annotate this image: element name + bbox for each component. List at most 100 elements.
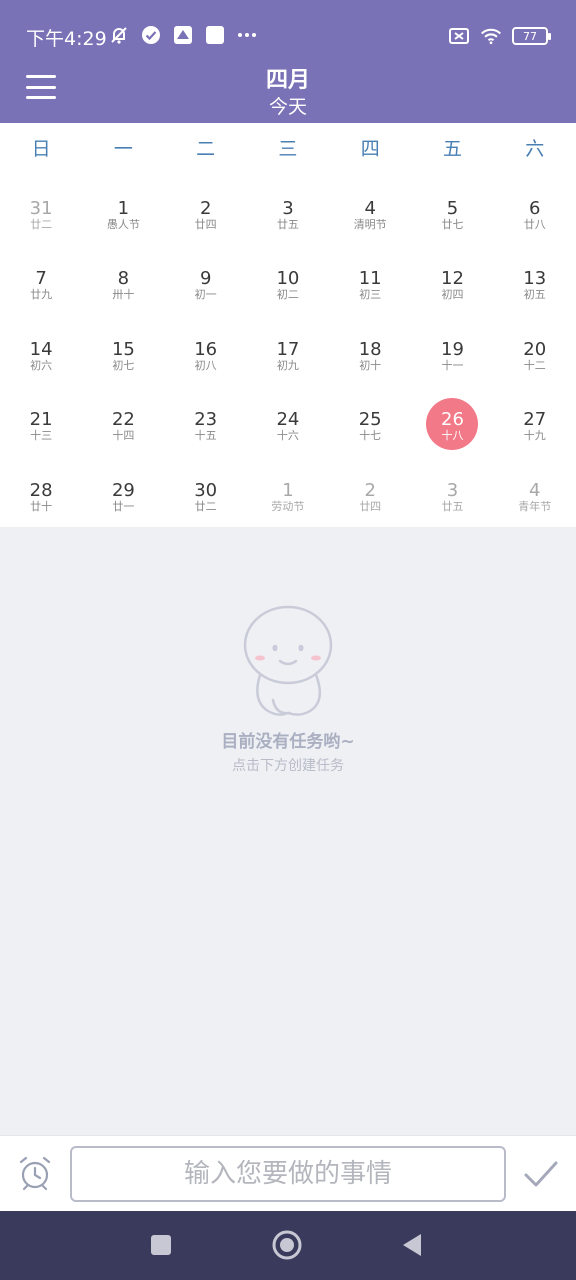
calendar-day[interactable]: 30 廿二 xyxy=(165,457,247,527)
day-number: 5 xyxy=(446,198,459,219)
calendar-day[interactable]: 3 廿五 xyxy=(247,175,329,245)
lunar-date: 廿一 xyxy=(112,499,135,513)
calendar-day[interactable]: 29 廿一 xyxy=(82,457,164,527)
calendar-day[interactable]: 8 卅十 xyxy=(82,245,164,315)
day-number: 7 xyxy=(35,268,47,290)
day-number: 31 xyxy=(29,198,53,219)
lunar-date: 十八 xyxy=(441,429,464,443)
lunar-date: 卅十 xyxy=(112,288,135,302)
calendar-day[interactable]: 23 十五 xyxy=(165,386,247,456)
day-number: 13 xyxy=(523,268,547,290)
weekday-label: 二 xyxy=(196,138,216,160)
calendar-day[interactable]: 31 廿二 xyxy=(0,175,82,245)
calendar-week-row: 21 十三 22 十四 23 十五 24 十六 25 十七 26 十八 27 十九 xyxy=(0,386,576,456)
calendar-day[interactable]: 6 廿八 xyxy=(494,175,576,245)
day-number: 10 xyxy=(276,268,300,290)
calendar-day[interactable]: 1 劳动节 xyxy=(247,457,329,527)
lunar-date: 愚人节 xyxy=(106,218,140,231)
lunar-date: 初七 xyxy=(112,358,135,372)
status-icons-right: 77 xyxy=(448,25,551,47)
lunar-date: 廿五 xyxy=(441,499,464,513)
calendar-day[interactable]: 7 廿九 xyxy=(0,245,82,315)
calendar-day[interactable]: 4 青年节 xyxy=(494,457,576,527)
lunar-date: 初九 xyxy=(276,358,299,372)
back-button[interactable] xyxy=(396,1229,428,1261)
calendar-day[interactable]: 28 廿十 xyxy=(0,457,82,527)
today-button[interactable]: 今天 xyxy=(0,92,576,119)
day-number: 21 xyxy=(29,409,53,431)
square-notification-icon xyxy=(204,24,226,46)
lunar-date: 青年节 xyxy=(518,499,552,513)
calendar-day[interactable]: 1 愚人节 xyxy=(82,175,164,245)
lunar-date: 十五 xyxy=(194,429,217,443)
mute-bell-icon xyxy=(108,24,130,46)
calendar-day[interactable]: 13 初五 xyxy=(494,245,576,315)
empty-state-title: 目前没有任务哟~ xyxy=(221,732,355,752)
day-number: 20 xyxy=(523,338,547,360)
calendar-day[interactable]: 3 廿五 xyxy=(411,457,493,527)
calendar-day[interactable]: 21 十三 xyxy=(0,386,82,456)
lunar-date: 初六 xyxy=(30,358,53,372)
lunar-date: 初三 xyxy=(359,288,382,302)
day-number: 26 xyxy=(441,409,464,431)
calendar-week-row: 31 廿二 1 愚人节 2 廿四 3 廿五 4 清明节 5 廿七 6 廿八 xyxy=(0,175,576,245)
lunar-date: 初八 xyxy=(194,358,217,372)
calendar-day[interactable]: 10 初二 xyxy=(247,245,329,315)
weekday-header: 日 一 二 三 四 五 六 xyxy=(0,123,576,175)
calendar-day[interactable]: 4 清明节 xyxy=(329,175,411,245)
calendar-day[interactable]: 27 十九 xyxy=(494,386,576,456)
calendar-day[interactable]: 25 十七 xyxy=(329,386,411,456)
lunar-date: 廿九 xyxy=(30,288,53,302)
alarm-clock-button[interactable] xyxy=(16,1154,54,1192)
day-number: 3 xyxy=(446,479,459,501)
home-button[interactable] xyxy=(271,1229,303,1261)
lunar-date: 廿二 xyxy=(30,218,53,231)
lunar-date: 劳动节 xyxy=(271,499,305,513)
calendar-day[interactable]: 11 初三 xyxy=(329,245,411,315)
lunar-date: 廿十 xyxy=(30,499,53,513)
day-number: 11 xyxy=(358,268,382,290)
lunar-date: 十九 xyxy=(523,429,546,443)
calendar-day[interactable]: 17 初九 xyxy=(247,316,329,386)
weekday-label: 四 xyxy=(360,138,380,160)
day-number: 9 xyxy=(199,268,212,290)
calendar-week-row: 14 初六 15 初七 16 初八 17 初九 18 初十 19 十一 20 十二 xyxy=(0,316,576,386)
calendar-day[interactable]: 22 十四 xyxy=(82,386,164,456)
day-number: 19 xyxy=(441,338,464,360)
calendar-day[interactable]: 15 初七 xyxy=(82,316,164,386)
lunar-date: 廿四 xyxy=(194,218,217,231)
calendar-day[interactable]: 9 初一 xyxy=(165,245,247,315)
square-icon xyxy=(151,1235,171,1255)
task-input[interactable] xyxy=(70,1146,506,1202)
battery-icon: 77 xyxy=(512,27,551,45)
calendar-day[interactable]: 5 廿七 xyxy=(411,175,493,245)
lunar-date: 初五 xyxy=(523,288,546,302)
status-time: 下午4:29 xyxy=(26,28,107,50)
app-notification-icon xyxy=(172,24,194,46)
recent-apps-button[interactable] xyxy=(145,1229,177,1261)
status-bar: 下午4:29 77 xyxy=(0,0,576,60)
confirm-button[interactable] xyxy=(522,1156,560,1192)
day-number: 23 xyxy=(194,409,218,431)
day-number: 27 xyxy=(523,409,547,431)
day-number: 24 xyxy=(276,409,300,431)
calendar-day[interactable]: 19 十一 xyxy=(411,316,493,386)
calendar-day[interactable]: 2 廿四 xyxy=(165,175,247,245)
lunar-date: 廿五 xyxy=(276,218,299,231)
day-number: 12 xyxy=(441,268,464,290)
calendar-day[interactable]: 24 十六 xyxy=(247,386,329,456)
day-number: 15 xyxy=(111,338,135,360)
calendar-day[interactable]: 20 十二 xyxy=(494,316,576,386)
day-number: 2 xyxy=(364,479,376,501)
calendar-day[interactable]: 16 初八 xyxy=(165,316,247,386)
calendar-day[interactable]: 12 初四 xyxy=(411,245,493,315)
calendar-day-today[interactable]: 26 十八 xyxy=(411,386,493,456)
calendar-day[interactable]: 14 初六 xyxy=(0,316,82,386)
day-number: 18 xyxy=(358,338,382,360)
calendar-day[interactable]: 2 廿四 xyxy=(329,457,411,527)
day-number: 4 xyxy=(529,479,541,501)
alarm-clock-icon xyxy=(19,1156,51,1191)
calendar-day[interactable]: 18 初十 xyxy=(329,316,411,386)
check-icon xyxy=(524,1161,558,1187)
empty-mascot-illustration xyxy=(238,605,338,719)
